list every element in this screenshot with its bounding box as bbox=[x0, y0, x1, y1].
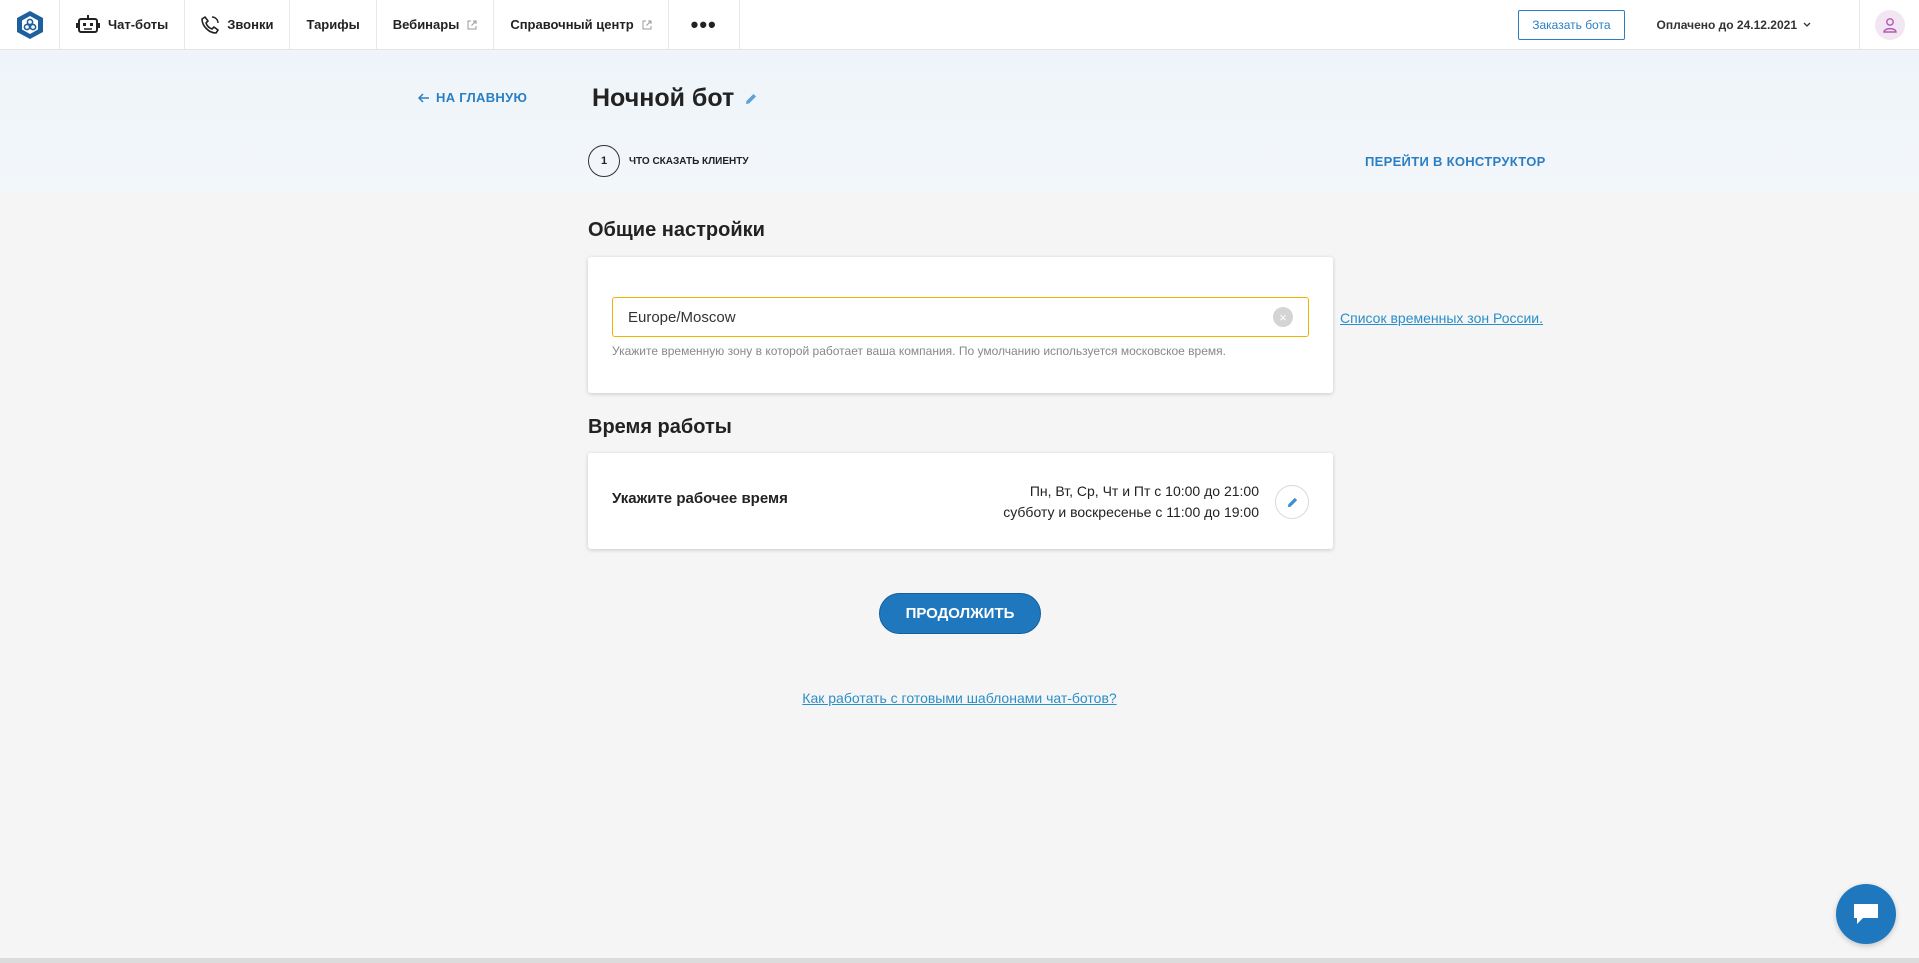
timezone-hint: Укажите временную зону в которой работае… bbox=[612, 344, 1226, 358]
weekday-hours: Пн, Вт, Ср, Чт и Пт с 10:00 до 21:00 bbox=[1029, 483, 1259, 499]
timezone-field[interactable]: × bbox=[612, 297, 1309, 337]
more-icon: ••• bbox=[690, 11, 717, 37]
bottom-scrollbar-strip bbox=[0, 958, 1919, 963]
edit-hours-button[interactable] bbox=[1275, 485, 1309, 519]
back-to-home-link[interactable]: НА ГЛАВНУЮ bbox=[418, 90, 527, 105]
user-menu[interactable] bbox=[1859, 0, 1919, 49]
robot-icon bbox=[76, 14, 100, 33]
order-bot-button[interactable]: Заказать бота bbox=[1518, 9, 1625, 40]
go-to-constructor-link[interactable]: ПЕРЕЙТИ В КОНСТРУКТОР bbox=[1365, 154, 1546, 169]
phone-icon bbox=[201, 15, 219, 34]
more-menu-button[interactable]: ••• bbox=[669, 0, 740, 49]
working-hours-label: Укажите рабочее время bbox=[612, 490, 788, 507]
clear-icon[interactable]: × bbox=[1273, 307, 1293, 327]
chat-widget-button[interactable] bbox=[1836, 884, 1896, 944]
nav-item-chatbots[interactable]: Чат-боты bbox=[60, 0, 186, 49]
logo[interactable] bbox=[0, 0, 60, 49]
continue-button[interactable]: ПРОДОЛЖИТЬ bbox=[879, 593, 1041, 634]
header-band bbox=[0, 51, 1919, 193]
bot-name: Ночной бот bbox=[592, 84, 735, 112]
nav-label-tariffs: Тарифы bbox=[306, 17, 360, 32]
arrow-left-icon bbox=[418, 92, 429, 103]
paid-until-label: Оплачено до 24.12.2021 bbox=[1656, 17, 1797, 32]
external-link-icon bbox=[467, 20, 477, 29]
templates-help-link: Как работать с готовыми шаблонами чат-бо… bbox=[0, 690, 1919, 706]
pencil-icon bbox=[1287, 497, 1297, 507]
timezone-card: × Укажите временную зону в которой работ… bbox=[588, 257, 1333, 393]
nav-label-chatbots: Чат-боты bbox=[108, 17, 169, 32]
working-hours-value: Пн, Вт, Ср, Чт и Пт с 10:00 до 21:00 суб… bbox=[1003, 481, 1259, 523]
general-settings-title: Общие настройки bbox=[588, 219, 765, 241]
step-label: ЧТО СКАЗАТЬ КЛИЕНТУ bbox=[629, 155, 749, 167]
working-hours-title: Время работы bbox=[588, 416, 732, 438]
user-icon bbox=[1882, 17, 1897, 33]
timezone-list-link[interactable]: Список временных зон России. bbox=[1340, 310, 1543, 326]
step-number: 1 bbox=[588, 145, 620, 177]
nav-item-help-center[interactable]: Справочный центр bbox=[494, 0, 669, 49]
nav-label-calls: Звонки bbox=[227, 17, 274, 32]
logo-icon bbox=[16, 10, 43, 39]
step-indicator[interactable]: 1 ЧТО СКАЗАТЬ КЛИЕНТУ bbox=[588, 145, 749, 177]
timezone-input[interactable] bbox=[628, 308, 1273, 326]
paid-until-dropdown[interactable]: Оплачено до 24.12.2021 bbox=[1657, 18, 1811, 32]
templates-help-link-text[interactable]: Как работать с готовыми шаблонами чат-бо… bbox=[802, 690, 1116, 706]
nav-label-help-center: Справочный центр bbox=[510, 17, 634, 32]
chevron-down-icon bbox=[1803, 22, 1811, 27]
page-title: Ночной бот bbox=[592, 84, 758, 113]
chat-icon bbox=[1854, 904, 1878, 924]
nav-item-tariffs[interactable]: Тарифы bbox=[290, 0, 377, 49]
nav-item-webinars[interactable]: Вебинары bbox=[377, 0, 495, 49]
nav-label-webinars: Вебинары bbox=[392, 17, 460, 32]
top-navbar: Чат-боты Звонки Тарифы Вебинары Справочн… bbox=[0, 0, 1919, 50]
nav-item-calls[interactable]: Звонки bbox=[185, 0, 291, 49]
back-link-label: НА ГЛАВНУЮ bbox=[436, 90, 528, 105]
weekend-hours: субботу и воскресенье с 11:00 до 19:00 bbox=[1003, 504, 1259, 520]
external-link-icon bbox=[642, 20, 652, 29]
pencil-icon[interactable] bbox=[744, 92, 758, 106]
working-hours-card: Укажите рабочее время Пн, Вт, Ср, Чт и П… bbox=[588, 453, 1333, 549]
top-right-area: Заказать бота Оплачено до 24.12.2021 bbox=[1518, 0, 1919, 49]
avatar bbox=[1874, 9, 1905, 40]
